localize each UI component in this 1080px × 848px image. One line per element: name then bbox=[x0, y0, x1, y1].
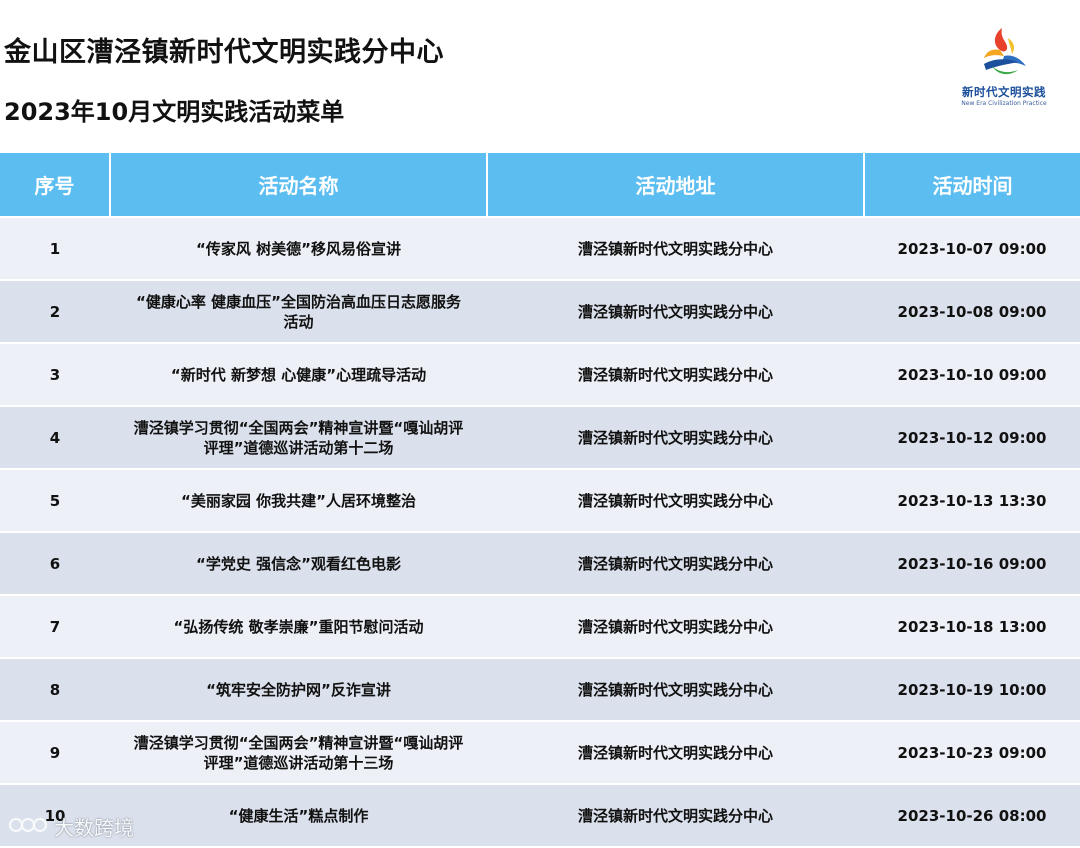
row-number: 5 bbox=[0, 468, 110, 532]
activity-time: 2023-10-10 09:00 bbox=[864, 342, 1080, 406]
activity-time: 2023-10-12 09:00 bbox=[864, 405, 1080, 469]
row-number: 7 bbox=[0, 594, 110, 658]
activity-table: 序号 活动名称 活动地址 活动时间 1 “传家风 树美德”移风易俗宣讲 漕泾镇新… bbox=[0, 153, 1080, 846]
table-row: 7 “弘扬传统 敬孝崇廉”重阳节慰问活动 漕泾镇新时代文明实践分中心 2023-… bbox=[0, 594, 1080, 658]
logo-emblem-icon bbox=[984, 28, 1026, 75]
activity-address: 漕泾镇新时代文明实践分中心 bbox=[487, 342, 864, 406]
watermark-logo-icon bbox=[8, 815, 48, 840]
column-header-time: 活动时间 bbox=[863, 153, 1080, 217]
activity-name: “传家风 树美德”移风易俗宣讲 bbox=[110, 216, 487, 280]
activity-name: “健康生活”糕点制作 bbox=[110, 783, 487, 846]
activity-name: “健康心率 健康血压”全国防治高血压日志愿服务活动 bbox=[110, 279, 487, 343]
table-row: 1 “传家风 树美德”移风易俗宣讲 漕泾镇新时代文明实践分中心 2023-10-… bbox=[0, 216, 1080, 280]
table-row: 4 漕泾镇学习贯彻“全国两会”精神宣讲暨“嘎讪胡评评理”道德巡讲活动第十二场 漕… bbox=[0, 405, 1080, 469]
column-header-activity-name: 活动名称 bbox=[109, 153, 487, 217]
row-number: 1 bbox=[0, 216, 110, 280]
activity-name: “新时代 新梦想 心健康”心理疏导活动 bbox=[110, 342, 487, 406]
activity-address: 漕泾镇新时代文明实践分中心 bbox=[487, 405, 864, 469]
activity-time: 2023-10-08 09:00 bbox=[864, 279, 1080, 343]
table-row: 3 “新时代 新梦想 心健康”心理疏导活动 漕泾镇新时代文明实践分中心 2023… bbox=[0, 342, 1080, 406]
page-title: 金山区漕泾镇新时代文明实践分中心 bbox=[4, 37, 444, 68]
activity-name: 漕泾镇学习贯彻“全国两会”精神宣讲暨“嘎讪胡评评理”道德巡讲活动第十三场 bbox=[110, 720, 487, 784]
table-row: 8 “筑牢安全防护网”反诈宣讲 漕泾镇新时代文明实践分中心 2023-10-19… bbox=[0, 657, 1080, 721]
activity-address: 漕泾镇新时代文明实践分中心 bbox=[487, 783, 864, 846]
logo-label-en: New Era Civilization Practice bbox=[961, 100, 1047, 107]
table-row: 9 漕泾镇学习贯彻“全国两会”精神宣讲暨“嘎讪胡评评理”道德巡讲活动第十三场 漕… bbox=[0, 720, 1080, 784]
activity-address: 漕泾镇新时代文明实践分中心 bbox=[487, 657, 864, 721]
activity-name: “筑牢安全防护网”反诈宣讲 bbox=[110, 657, 487, 721]
table-row: 10 “健康生活”糕点制作 漕泾镇新时代文明实践分中心 2023-10-26 0… bbox=[0, 783, 1080, 846]
activity-address: 漕泾镇新时代文明实践分中心 bbox=[487, 720, 864, 784]
page-header: 金山区漕泾镇新时代文明实践分中心 2023年10月文明实践活动菜单 新时代文明实… bbox=[0, 0, 1080, 150]
table-row: 2 “健康心率 健康血压”全国防治高血压日志愿服务活动 漕泾镇新时代文明实践分中… bbox=[0, 279, 1080, 343]
table-header-row: 序号 活动名称 活动地址 活动时间 bbox=[0, 153, 1080, 217]
activity-name: “弘扬传统 敬孝崇廉”重阳节慰问活动 bbox=[110, 594, 487, 658]
logo-label-cn: 新时代文明实践 bbox=[962, 85, 1046, 99]
table-row: 5 “美丽家园 你我共建”人居环境整治 漕泾镇新时代文明实践分中心 2023-1… bbox=[0, 468, 1080, 532]
activity-time: 2023-10-16 09:00 bbox=[864, 531, 1080, 595]
watermark-text: 大数跨境 bbox=[54, 816, 134, 840]
column-header-number: 序号 bbox=[0, 153, 110, 217]
row-number: 9 bbox=[0, 720, 110, 784]
activity-time: 2023-10-07 09:00 bbox=[864, 216, 1080, 280]
activity-address: 漕泾镇新时代文明实践分中心 bbox=[487, 216, 864, 280]
activity-address: 漕泾镇新时代文明实践分中心 bbox=[487, 531, 864, 595]
activity-name: “美丽家园 你我共建”人居环境整治 bbox=[110, 468, 487, 532]
row-number: 4 bbox=[0, 405, 110, 469]
row-number: 8 bbox=[0, 657, 110, 721]
activity-name: 漕泾镇学习贯彻“全国两会”精神宣讲暨“嘎讪胡评评理”道德巡讲活动第十二场 bbox=[110, 405, 487, 469]
activity-address: 漕泾镇新时代文明实践分中心 bbox=[487, 594, 864, 658]
activity-time: 2023-10-13 13:30 bbox=[864, 468, 1080, 532]
table-row: 6 “学党史 强信念”观看红色电影 漕泾镇新时代文明实践分中心 2023-10-… bbox=[0, 531, 1080, 595]
row-number: 6 bbox=[0, 531, 110, 595]
column-header-address: 活动地址 bbox=[486, 153, 864, 217]
row-number: 3 bbox=[0, 342, 110, 406]
activity-time: 2023-10-26 08:00 bbox=[864, 783, 1080, 846]
activity-address: 漕泾镇新时代文明实践分中心 bbox=[487, 468, 864, 532]
activity-time: 2023-10-23 09:00 bbox=[864, 720, 1080, 784]
page-subtitle: 2023年10月文明实践活动菜单 bbox=[4, 98, 345, 126]
activity-name: “学党史 强信念”观看红色电影 bbox=[110, 531, 487, 595]
civilization-practice-logo: 新时代文明实践 New Era Civilization Practice bbox=[952, 24, 1056, 114]
activity-address: 漕泾镇新时代文明实践分中心 bbox=[487, 279, 864, 343]
watermark: 大数跨境 bbox=[8, 812, 134, 841]
activity-time: 2023-10-19 10:00 bbox=[864, 657, 1080, 721]
activity-time: 2023-10-18 13:00 bbox=[864, 594, 1080, 658]
row-number: 2 bbox=[0, 279, 110, 343]
